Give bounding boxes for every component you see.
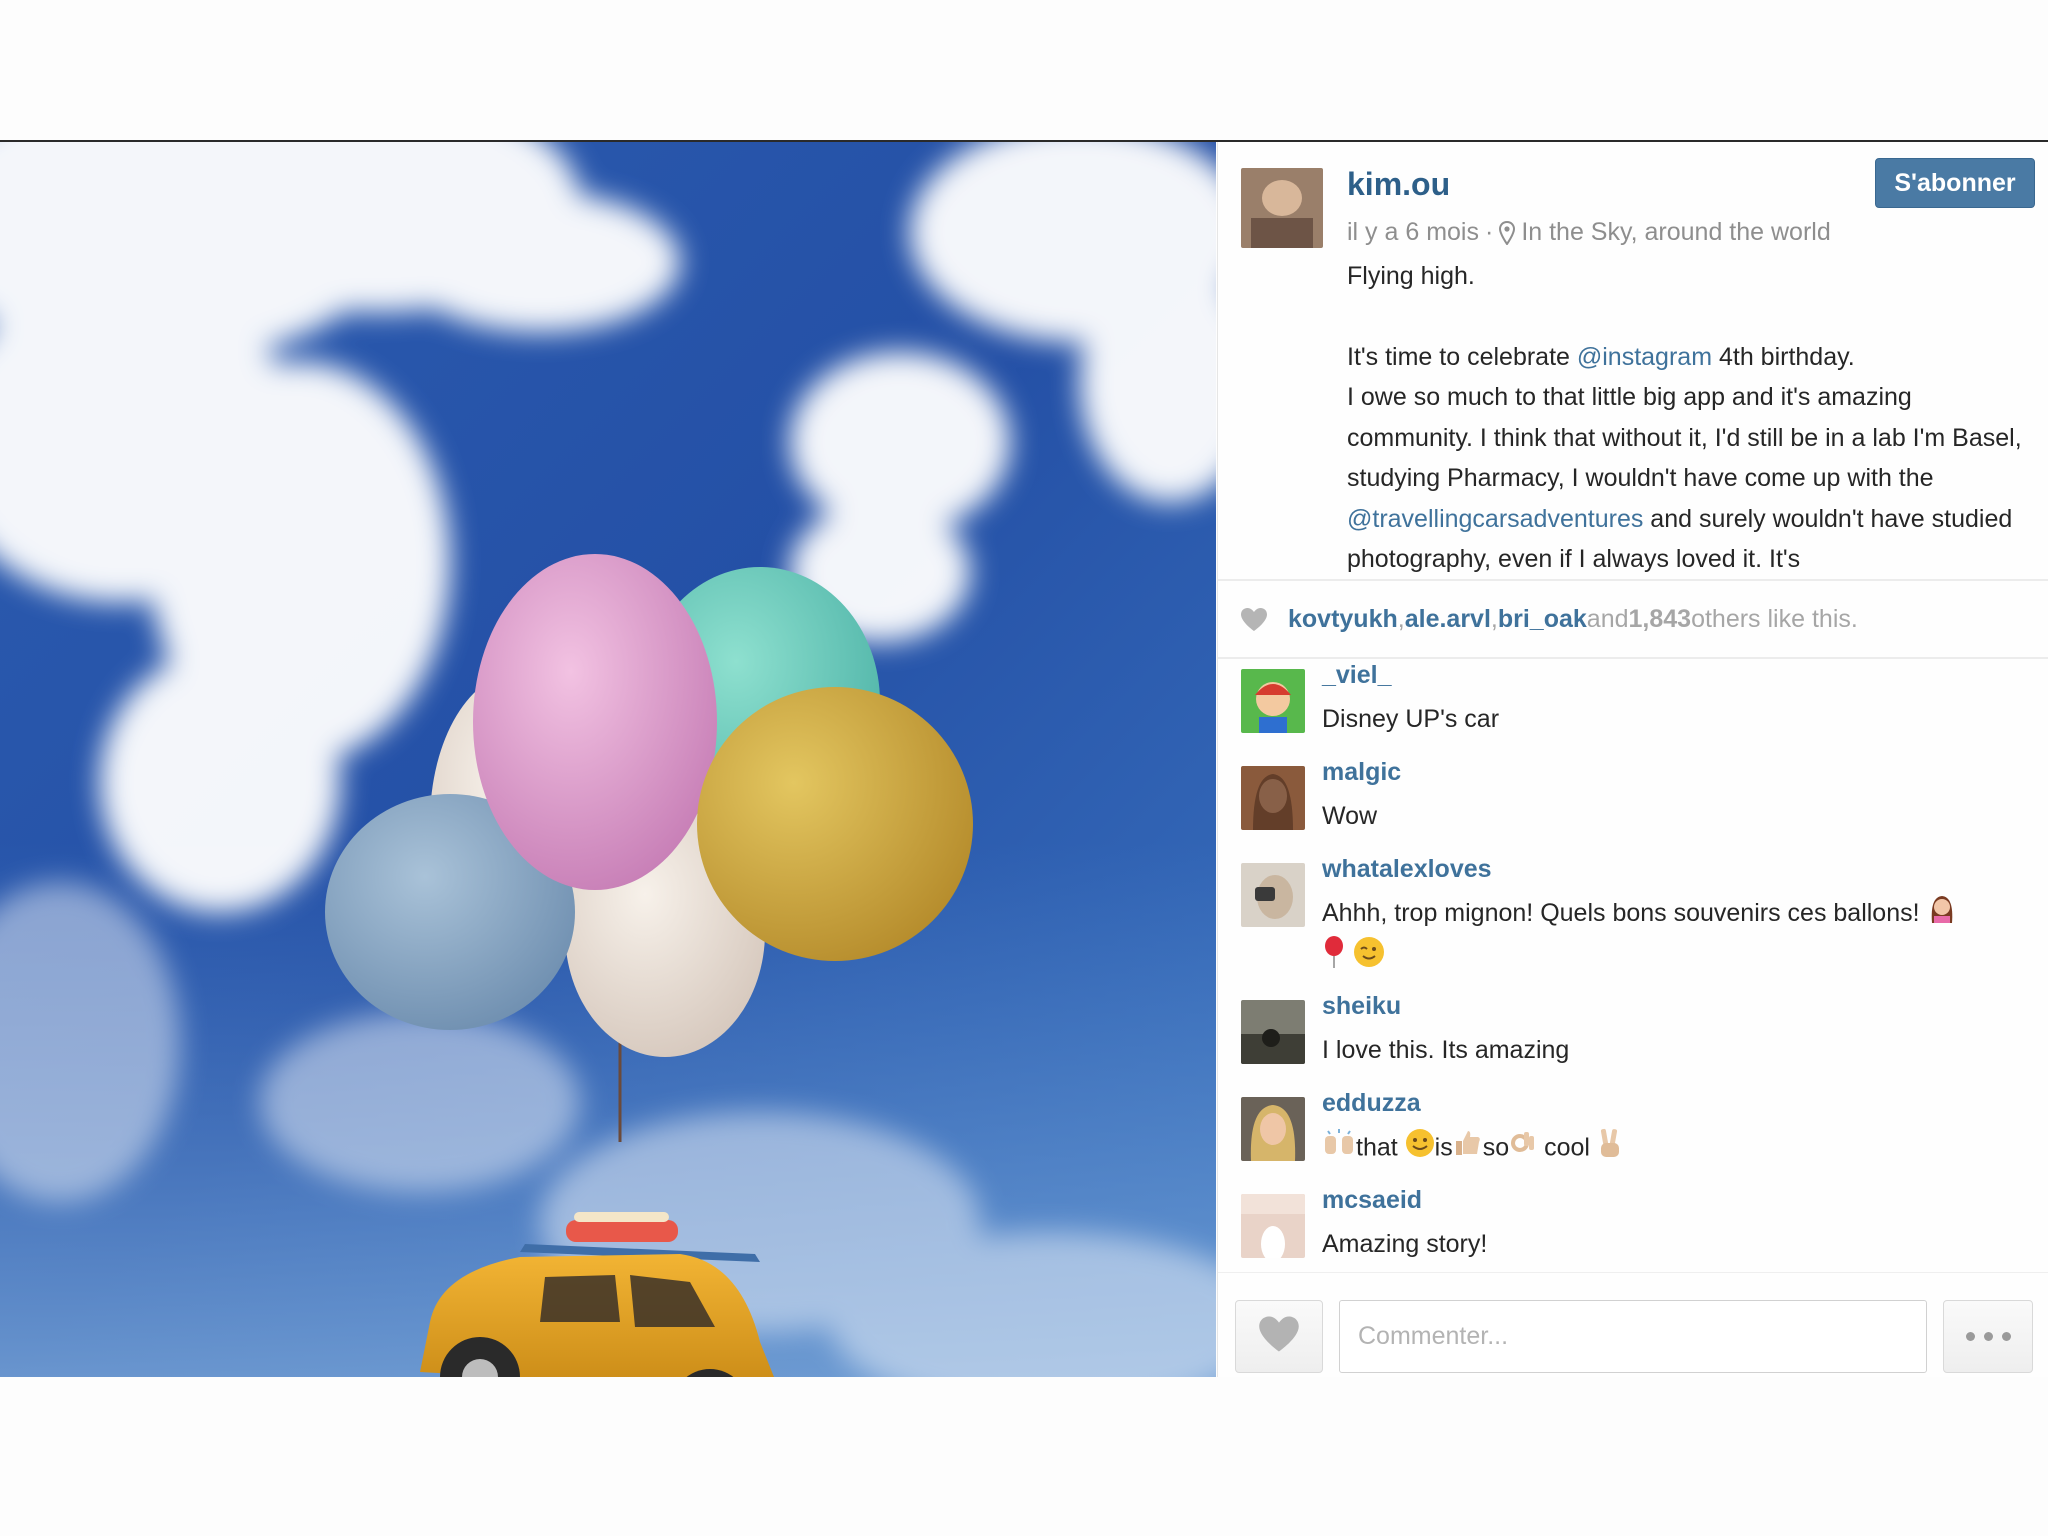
post-actions <box>1218 1272 2048 1377</box>
commenter-avatar[interactable] <box>1241 863 1305 927</box>
likes-and: and <box>1586 604 1629 633</box>
heart-icon <box>1240 607 1268 632</box>
owner-username[interactable]: kim.ou <box>1347 166 1450 203</box>
comment-username[interactable]: _viel_ <box>1322 661 1392 690</box>
likes-comma: , <box>1397 604 1405 633</box>
post-location[interactable]: In the Sky, around the world <box>1521 218 1830 247</box>
mention-link[interactable]: @travellingcarsadventures <box>1347 505 1643 533</box>
post-header: kim.ou S'abonner il y a 6 mois · In the … <box>1218 142 2048 579</box>
liker-link[interactable]: bri_oak <box>1498 605 1587 634</box>
comment-text-part: so <box>1482 1133 1510 1162</box>
caption-paragraph: I owe so much to that little big app and… <box>1347 377 2037 579</box>
location-pin-icon <box>1499 220 1516 245</box>
liker-link[interactable]: kovtyukh <box>1288 605 1398 634</box>
comment-username[interactable]: malgic <box>1322 758 1401 787</box>
girl-emoji-icon <box>1927 893 1957 935</box>
comment-text-part: that <box>1356 1133 1398 1162</box>
mention-link[interactable]: @instagram <box>1577 343 1712 371</box>
comment-username[interactable]: edduzza <box>1322 1089 1421 1118</box>
caption-text: I owe so much to that little big app and… <box>1347 383 2022 492</box>
comment-text: that is so cool <box>1322 1127 2032 1171</box>
comment-text-part: cool <box>1544 1133 1590 1162</box>
liker-link[interactable]: ale.arvl <box>1405 605 1491 634</box>
caption-line: Flying high. <box>1347 262 1475 290</box>
caption-text: It's time to celebrate <box>1347 342 1577 371</box>
comment-text: Disney UP's car <box>1322 705 1500 733</box>
post-detail-panel: kim.ou S'abonner il y a 6 mois · In the … <box>1217 142 2048 1377</box>
thumbs-up-emoji-icon <box>1453 1128 1483 1170</box>
comment-text-content: Ahhh, trop mignon! Quels bons souvenirs … <box>1322 899 1920 927</box>
post-photo[interactable] <box>0 142 1216 1377</box>
more-options-button[interactable] <box>1943 1300 2033 1373</box>
owner-avatar[interactable] <box>1241 168 1323 248</box>
likes-summary: kovtyukh, ale.arvl, bri_oak and 1,843 ot… <box>1218 579 2048 659</box>
caption-text: 4th birthday. <box>1712 342 1855 371</box>
heart-icon <box>1257 1315 1301 1358</box>
commenter-avatar[interactable] <box>1241 1194 1305 1258</box>
commenter-avatar[interactable] <box>1241 766 1305 830</box>
smile-emoji-icon <box>1405 1128 1435 1170</box>
balloon-emoji-icon <box>1322 935 1346 981</box>
comment-input[interactable] <box>1339 1300 1927 1373</box>
more-dots-icon <box>1965 1332 2011 1341</box>
likes-suffix: others like this. <box>1691 604 1858 633</box>
victory-hand-emoji-icon <box>1597 1127 1623 1171</box>
post-meta: il y a 6 mois · In the Sky, around the w… <box>1347 218 1831 247</box>
comment-username[interactable]: mcsaeid <box>1322 1186 1422 1215</box>
post-caption: Flying high. It's time to celebrate @ins… <box>1347 256 2037 579</box>
commenter-avatar[interactable] <box>1241 1097 1305 1161</box>
follow-button[interactable]: S'abonner <box>1875 158 2035 208</box>
likes-comma: , <box>1490 604 1498 633</box>
wink-emoji-icon <box>1353 936 1385 980</box>
meta-separator: · <box>1484 218 1494 246</box>
comment-username[interactable]: whatalexloves <box>1322 855 1492 884</box>
commenter-avatar[interactable] <box>1241 1000 1305 1064</box>
comment-text: Ahhh, trop mignon! Quels bons souvenirs … <box>1322 893 2032 981</box>
comment-text: I love this. Its amazing <box>1322 1036 1570 1064</box>
comment-text-part: is <box>1434 1133 1453 1162</box>
likes-count[interactable]: 1,843 <box>1629 605 1692 634</box>
like-button[interactable] <box>1235 1300 1323 1373</box>
comment-text: Amazing story! <box>1322 1230 1488 1258</box>
raised-hands-emoji-icon <box>1322 1128 1356 1170</box>
comment-text: Wow <box>1322 802 1378 830</box>
comment-username[interactable]: sheiku <box>1322 992 1401 1021</box>
caption-paragraph: It's time to celebrate @instagram 4th bi… <box>1347 337 2037 378</box>
post-time[interactable]: il y a 6 mois <box>1347 218 1479 247</box>
ok-hand-emoji-icon <box>1509 1128 1537 1170</box>
commenter-avatar[interactable] <box>1241 669 1305 733</box>
